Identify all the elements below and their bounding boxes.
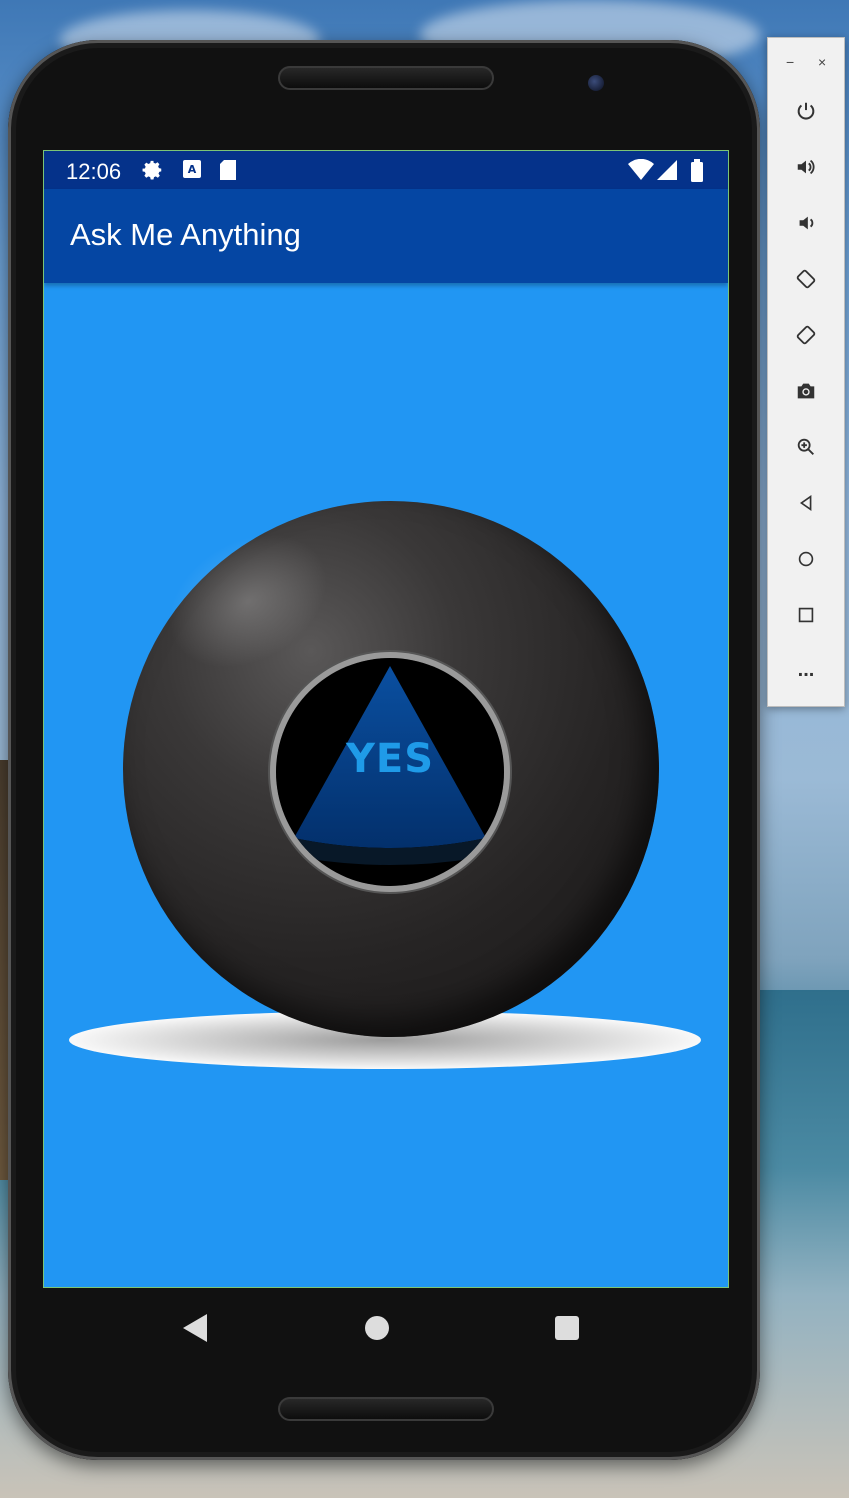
phone-frame: 12:06 A Ask Me Anything YES bbox=[8, 40, 760, 1460]
battery-icon bbox=[690, 159, 704, 188]
camera-icon[interactable] bbox=[792, 380, 820, 408]
ball-area: YES bbox=[44, 283, 728, 1287]
app-title: Ask Me Anything bbox=[70, 217, 301, 252]
app-bar: Ask Me Anything bbox=[44, 189, 728, 283]
more-icon[interactable]: ... bbox=[792, 656, 820, 684]
status-time: 12:06 bbox=[66, 159, 122, 184]
a-keyboard-icon: A bbox=[182, 159, 202, 184]
rotate-left-icon[interactable] bbox=[792, 268, 820, 296]
power-icon[interactable] bbox=[792, 100, 820, 128]
gear-icon bbox=[142, 159, 164, 186]
wifi-icon bbox=[628, 158, 654, 186]
svg-text:A: A bbox=[188, 163, 197, 176]
emulator-panel: − × ... bbox=[767, 37, 845, 707]
recents-icon[interactable] bbox=[555, 1316, 579, 1340]
top-speaker bbox=[278, 66, 494, 90]
answer-text: YES bbox=[345, 736, 435, 782]
home-icon[interactable] bbox=[365, 1316, 389, 1340]
volume-up-icon[interactable] bbox=[792, 156, 820, 184]
signal-icon bbox=[656, 159, 678, 186]
minimize-button[interactable]: − bbox=[786, 54, 794, 70]
magic-8-ball[interactable]: YES bbox=[123, 501, 659, 1037]
home-icon[interactable] bbox=[792, 548, 820, 576]
bottom-speaker bbox=[278, 1397, 494, 1421]
front-camera bbox=[588, 75, 604, 91]
rotate-right-icon[interactable] bbox=[792, 324, 820, 352]
answer-window: YES bbox=[276, 658, 504, 886]
volume-down-icon[interactable] bbox=[792, 212, 820, 240]
zoom-icon[interactable] bbox=[792, 436, 820, 464]
nav-bar bbox=[35, 1288, 719, 1366]
back-icon[interactable] bbox=[183, 1314, 207, 1342]
close-button[interactable]: × bbox=[818, 54, 826, 70]
overview-icon[interactable] bbox=[792, 604, 820, 632]
back-icon[interactable] bbox=[792, 492, 820, 520]
phone-screen: 12:06 A Ask Me Anything YES bbox=[43, 150, 729, 1288]
sd-card-icon bbox=[219, 159, 237, 186]
status-bar: 12:06 A bbox=[44, 151, 728, 189]
